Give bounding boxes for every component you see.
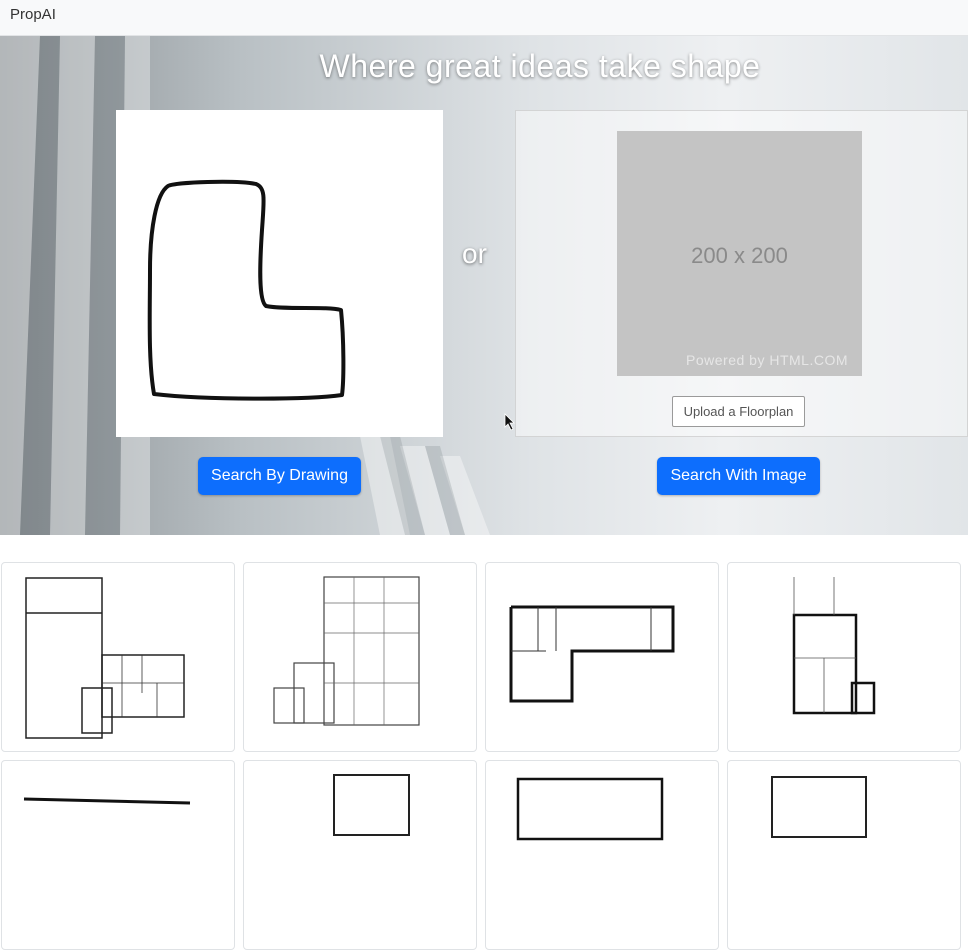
floorplan-card[interactable] [727,760,961,950]
floorplan-thumbnail [25,577,185,739]
floorplan-card[interactable] [1,562,235,752]
search-with-image-button[interactable]: Search With Image [657,457,820,495]
brand-logo[interactable]: PropAI [10,6,56,23]
floorplan-thumbnail [792,577,876,715]
sketch-shape [147,179,346,401]
hero-section: Where great ideas take shape or 200 x 20… [0,36,968,535]
placeholder-size-text: 200 x 200 [691,243,788,268]
upload-floorplan-button[interactable]: Upload a Floorplan [672,396,805,427]
upload-panel: 200 x 200 Powered by HTML.COM Upload a F… [515,110,968,437]
or-label: or [462,238,487,269]
floorplan-card[interactable] [485,562,719,752]
floorplan-thumbnail [333,774,410,836]
floorplan-card[interactable] [243,562,477,752]
floorplan-thumbnail [273,576,420,726]
floorplan-thumbnail [23,797,191,805]
floorplan-card[interactable] [727,562,961,752]
navbar: PropAI [0,0,968,36]
drawing-canvas[interactable] [116,110,443,437]
placeholder-powered-by: Powered by HTML.COM [686,352,848,368]
floorplan-thumbnail [509,605,675,703]
floorplan-thumbnail [516,777,664,841]
hero-title: Where great ideas take shape [319,48,761,84]
floorplan-card[interactable] [485,760,719,950]
image-preview-placeholder: 200 x 200 Powered by HTML.COM [617,131,862,376]
floorplan-thumbnail [771,776,867,838]
mouse-pointer-icon [504,413,515,431]
floorplan-card[interactable] [243,760,477,950]
floorplan-card[interactable] [1,760,235,950]
search-by-drawing-button[interactable]: Search By Drawing [198,457,361,495]
